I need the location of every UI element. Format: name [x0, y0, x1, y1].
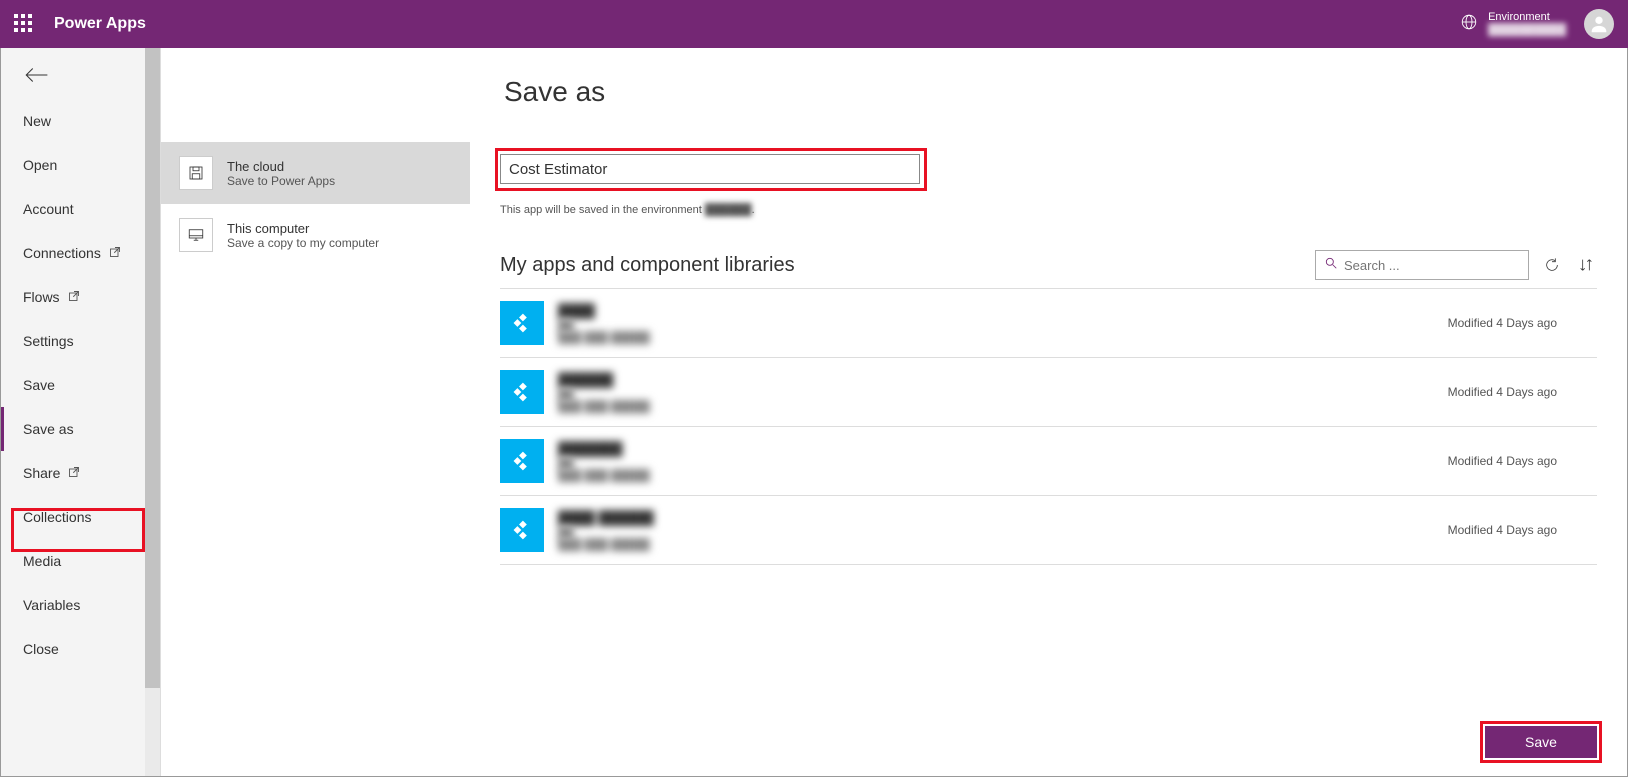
search-icon [1324, 256, 1338, 275]
app-icon [500, 370, 544, 414]
app-row[interactable]: █████████ ███ █████Modified 4 Days ago [500, 288, 1597, 358]
sidebar-item-account[interactable]: Account [1, 187, 160, 231]
sidebar-item-label: Save [23, 377, 55, 393]
computer-icon [179, 218, 213, 252]
app-name: ███████ [558, 441, 650, 456]
sidebar-item-save-as[interactable]: Save as [1, 407, 160, 451]
file-menu-sidebar: New Open Account Connections Flows Settings Sa… [1, 48, 161, 776]
sidebar-item-share[interactable]: Share [1, 451, 160, 495]
app-icon [500, 508, 544, 552]
app-modified: Modified 4 Days ago [1448, 316, 1557, 330]
app-row[interactable]: ████ ██████ █████ ███ █████ Modified 4 Day… [500, 496, 1597, 565]
app-sub1: ██ [558, 389, 650, 401]
sort-button[interactable] [1575, 254, 1597, 276]
apps-list: █████████ ███ █████Modified 4 Days ago██… [500, 288, 1597, 565]
app-row[interactable]: ███████████ ███ █████Modified 4 Days ago [500, 358, 1597, 427]
sidebar-item-label: Flows [23, 289, 60, 305]
app-name: ██████ [558, 372, 650, 387]
app-name-input[interactable] [500, 154, 920, 184]
sidebar-item-flows[interactable]: Flows [1, 275, 160, 319]
sidebar-item-label: Save as [23, 421, 74, 437]
app-modified: Modified 4 Days ago [1448, 523, 1557, 537]
sidebar-item-save[interactable]: Save [1, 363, 160, 407]
app-sub1: ██ [558, 527, 654, 539]
globe-icon [1460, 13, 1478, 36]
external-link-icon [68, 289, 80, 305]
sidebar-item-label: Open [23, 157, 57, 173]
save-target-column: The cloudSave to Power AppsThis computer… [161, 48, 470, 776]
sidebar-item-label: Account [23, 201, 74, 217]
app-row[interactable]: ████████████ ███ █████Modified 4 Days ag… [500, 427, 1597, 496]
refresh-button[interactable] [1541, 254, 1563, 276]
sidebar-item-label: Close [23, 641, 59, 657]
environment-name: ██████████ [1488, 24, 1566, 37]
app-modified: Modified 4 Days ago [1448, 454, 1557, 468]
search-input[interactable] [1344, 258, 1520, 273]
target-title: The cloud [227, 159, 335, 174]
sidebar-item-connections[interactable]: Connections [1, 231, 160, 275]
sidebar-item-media[interactable]: Media [1, 539, 160, 583]
save-target-the-cloud[interactable]: The cloudSave to Power Apps [161, 142, 470, 204]
sidebar-item-variables[interactable]: Variables [1, 583, 160, 627]
save-button[interactable]: Save [1485, 726, 1597, 758]
app-launcher-icon[interactable] [14, 14, 34, 34]
sidebar-item-settings[interactable]: Settings [1, 319, 160, 363]
sidebar-item-label: Share [23, 465, 60, 481]
save-target-this-computer[interactable]: This computerSave a copy to my computer [161, 204, 470, 266]
sidebar-item-label: Settings [23, 333, 74, 349]
app-sub1: ██ [558, 458, 650, 470]
target-title: This computer [227, 221, 379, 236]
app-icon [500, 301, 544, 345]
brand-title: Power Apps [54, 15, 146, 33]
back-button[interactable] [1, 48, 160, 99]
environment-label: Environment [1488, 11, 1566, 24]
sidebar-item-label: Collections [23, 509, 91, 525]
app-sub2: ███ ███ █████ [558, 401, 650, 413]
sidebar-item-collections[interactable]: Collections [1, 495, 160, 539]
app-sub2: ███ ███ █████ [558, 539, 654, 551]
environment-selector[interactable]: Environment ██████████ [1460, 11, 1566, 37]
app-name: ████ ██████ [558, 510, 654, 525]
page-title: Save as [504, 76, 605, 108]
sidebar-item-label: Connections [23, 245, 101, 261]
sidebar-item-label: Variables [23, 597, 80, 613]
sidebar-item-label: Media [23, 553, 61, 569]
target-subtitle: Save a copy to my computer [227, 236, 379, 250]
sidebar-item-open[interactable]: Open [1, 143, 160, 187]
apps-section-title: My apps and component libraries [500, 254, 795, 277]
app-sub2: ███ ███ █████ [558, 470, 650, 482]
app-sub1: ██ [558, 320, 650, 332]
sidebar-item-new[interactable]: New [1, 99, 160, 143]
external-link-icon [109, 245, 121, 261]
sidebar-item-close[interactable]: Close [1, 627, 160, 671]
environment-note: This app will be saved in the environmen… [500, 204, 1597, 216]
target-subtitle: Save to Power Apps [227, 174, 335, 188]
search-box[interactable] [1315, 250, 1529, 280]
main-panel: Save as This app will be saved in the en… [470, 48, 1627, 776]
user-avatar[interactable] [1584, 9, 1614, 39]
sidebar-item-label: New [23, 113, 51, 129]
top-bar: Power Apps Environment ██████████ [0, 0, 1628, 48]
external-link-icon [68, 465, 80, 481]
app-icon [500, 439, 544, 483]
app-modified: Modified 4 Days ago [1448, 385, 1557, 399]
save-icon [179, 156, 213, 190]
app-name: ████ [558, 303, 650, 318]
app-sub2: ███ ███ █████ [558, 332, 650, 344]
